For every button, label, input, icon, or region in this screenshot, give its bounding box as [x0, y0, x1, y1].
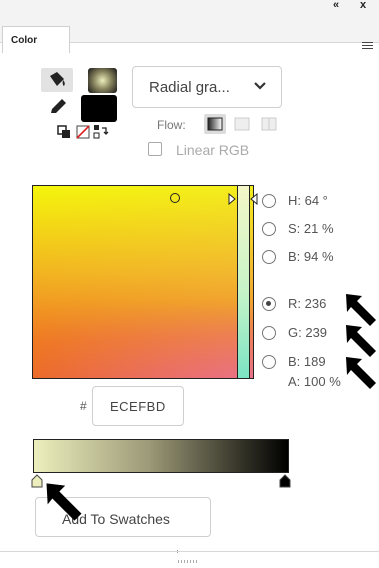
tab-color-label: Color: [11, 35, 38, 46]
gradient-bar[interactable]: [33, 439, 289, 473]
linear-rgb-label: Linear RGB: [176, 142, 250, 158]
flow-extend-icon: [207, 117, 223, 131]
radio-hue[interactable]: [262, 194, 276, 208]
radio-brightness[interactable]: [262, 250, 276, 264]
flow-repeat-button[interactable]: [258, 114, 280, 134]
alpha-value[interactable]: A: 100 %: [288, 374, 341, 389]
swap-colors-icon[interactable]: [93, 124, 109, 140]
panel-tab-bar: Color: [0, 12, 379, 53]
radio-blue[interactable]: [262, 355, 276, 369]
flow-repeat-icon: [261, 117, 277, 131]
red-value[interactable]: R: 236: [288, 296, 326, 311]
panel-titlebar: « x: [0, 0, 379, 12]
fill-type-value: Radial gra...: [149, 79, 230, 96]
resize-grip[interactable]: [177, 550, 208, 563]
fill-color-swatch[interactable]: [88, 68, 117, 93]
radio-saturation[interactable]: [262, 222, 276, 236]
panel-menu-icon[interactable]: [362, 42, 373, 51]
radio-green[interactable]: [262, 326, 276, 340]
color-field[interactable]: [32, 185, 254, 379]
hex-symbol: #: [80, 399, 87, 413]
flow-reflect-icon: [234, 117, 250, 131]
brightness-value[interactable]: B: 94 %: [288, 249, 334, 264]
hex-value: ECEFBD: [110, 399, 166, 414]
radio-red[interactable]: [262, 297, 276, 311]
flow-label: Flow:: [157, 118, 186, 132]
saturation-value[interactable]: S: 21 %: [288, 221, 334, 236]
stroke-color-swatch[interactable]: [81, 95, 117, 122]
fill-type-dropdown[interactable]: Radial gra...: [132, 66, 282, 108]
blue-value[interactable]: B: 189: [288, 354, 326, 369]
hex-input[interactable]: ECEFBD: [92, 386, 184, 426]
slider-handle-icon[interactable]: [228, 193, 258, 205]
pencil-icon[interactable]: [48, 96, 70, 118]
flow-reflect-button[interactable]: [231, 114, 253, 134]
no-color-icon[interactable]: [76, 125, 90, 139]
chevron-down-icon: [254, 82, 266, 90]
linear-rgb-checkbox[interactable]: [148, 142, 162, 156]
fill-tool-button[interactable]: [41, 68, 73, 92]
color-field-marker[interactable]: [170, 193, 180, 203]
close-panel-button[interactable]: x: [360, 0, 366, 11]
hue-value[interactable]: H: 64 °: [288, 193, 328, 208]
black-white-icon[interactable]: [57, 125, 71, 139]
green-value[interactable]: G: 239: [288, 325, 327, 340]
pointer-arrow-icon: [346, 325, 376, 357]
color-slider[interactable]: [237, 185, 250, 379]
paint-bucket-icon: [50, 72, 65, 86]
tab-color[interactable]: Color: [2, 26, 70, 53]
collapse-panel-button[interactable]: «: [333, 0, 339, 11]
pointer-arrow-icon: [46, 483, 82, 521]
gradient-stop-left-icon[interactable]: [31, 474, 43, 488]
flow-extend-button[interactable]: [204, 114, 226, 134]
pointer-arrow-icon: [346, 357, 376, 389]
gradient-stop-right-icon[interactable]: [279, 474, 291, 488]
color-field-tint: [33, 186, 253, 378]
